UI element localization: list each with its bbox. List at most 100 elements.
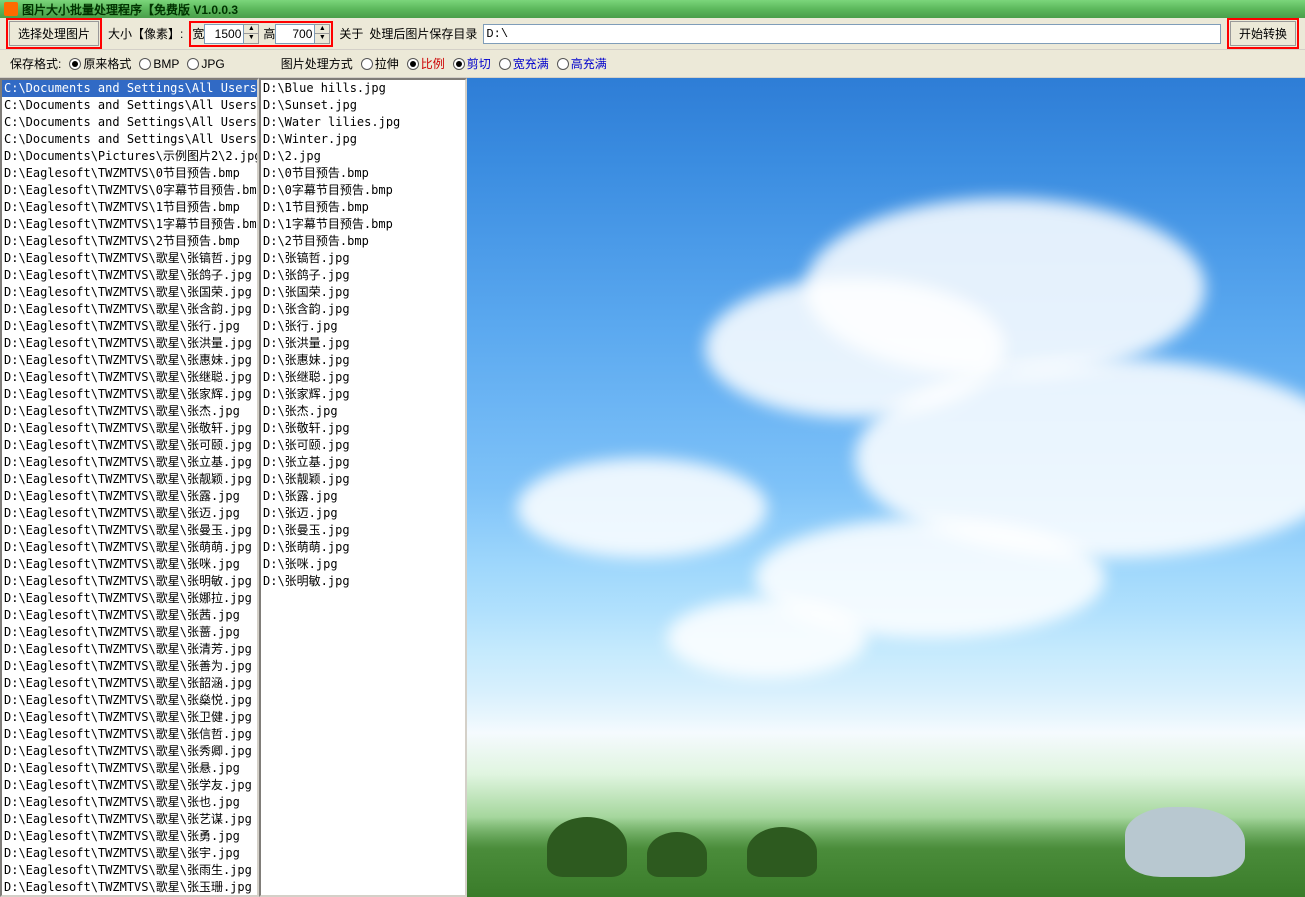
width-up[interactable]: ▲ <box>244 25 258 34</box>
format-original-radio[interactable]: 原来格式 <box>69 55 131 72</box>
list-item[interactable]: D:\张洪量.jpg <box>261 335 465 352</box>
source-file-list[interactable]: C:\Documents and Settings\All Users.WINI… <box>0 78 259 897</box>
list-item[interactable]: D:\Eaglesoft\TWZMTVS\歌星\张清芳.jpg <box>2 641 257 658</box>
list-item[interactable]: D:\Eaglesoft\TWZMTVS\歌星\张信哲.jpg <box>2 726 257 743</box>
list-item[interactable]: D:\Eaglesoft\TWZMTVS\歌星\张也.jpg <box>2 794 257 811</box>
list-item[interactable]: D:\Eaglesoft\TWZMTVS\歌星\张艺谋.jpg <box>2 811 257 828</box>
list-item[interactable]: D:\Eaglesoft\TWZMTVS\0节目预告.bmp <box>2 165 257 182</box>
list-item[interactable]: D:\2节目预告.bmp <box>261 233 465 250</box>
list-item[interactable]: D:\张咪.jpg <box>261 556 465 573</box>
mode-ratio-radio[interactable]: 比例 <box>407 55 445 72</box>
list-item[interactable]: D:\Eaglesoft\TWZMTVS\歌星\张惠妹.jpg <box>2 352 257 369</box>
list-item[interactable]: D:\张可颐.jpg <box>261 437 465 454</box>
start-convert-button[interactable]: 开始转换 <box>1230 21 1296 46</box>
list-item[interactable]: D:\Eaglesoft\TWZMTVS\歌星\张洪量.jpg <box>2 335 257 352</box>
list-item[interactable]: D:\Eaglesoft\TWZMTVS\歌星\张秀卿.jpg <box>2 743 257 760</box>
list-item[interactable]: D:\Eaglesoft\TWZMTVS\2节目预告.bmp <box>2 233 257 250</box>
mode-fitw-radio[interactable]: 宽充满 <box>499 55 549 72</box>
list-item[interactable]: D:\Eaglesoft\TWZMTVS\歌星\张明敏.jpg <box>2 573 257 590</box>
list-item[interactable]: D:\Eaglesoft\TWZMTVS\歌星\张韶涵.jpg <box>2 675 257 692</box>
list-item[interactable]: D:\2.jpg <box>261 148 465 165</box>
list-item[interactable]: D:\Eaglesoft\TWZMTVS\歌星\张曼玉.jpg <box>2 522 257 539</box>
list-item[interactable]: D:\张靓颖.jpg <box>261 471 465 488</box>
options-toolbar: 保存格式: 原来格式 BMP JPG 图片处理方式 拉伸 比例 剪切 宽充满 高… <box>0 50 1305 78</box>
list-item[interactable]: D:\Eaglesoft\TWZMTVS\歌星\张迈.jpg <box>2 505 257 522</box>
list-item[interactable]: D:\Eaglesoft\TWZMTVS\歌星\张靓颖.jpg <box>2 471 257 488</box>
list-item[interactable]: D:\Eaglesoft\TWZMTVS\歌星\张玉珊.jpg <box>2 879 257 896</box>
list-item[interactable]: D:\张明敏.jpg <box>261 573 465 590</box>
list-item[interactable]: D:\张萌萌.jpg <box>261 539 465 556</box>
list-item[interactable]: D:\张杰.jpg <box>261 403 465 420</box>
list-item[interactable]: D:\Winter.jpg <box>261 131 465 148</box>
list-item[interactable]: D:\Eaglesoft\TWZMTVS\歌星\张含韵.jpg <box>2 301 257 318</box>
list-item[interactable]: D:\张国荣.jpg <box>261 284 465 301</box>
width-down[interactable]: ▼ <box>244 34 258 43</box>
list-item[interactable]: D:\Eaglesoft\TWZMTVS\1字幕节目预告.bmp <box>2 216 257 233</box>
about-label[interactable]: 关于 <box>339 25 363 42</box>
list-item[interactable]: D:\Eaglesoft\TWZMTVS\歌星\张卫健.jpg <box>2 709 257 726</box>
format-jpg-radio[interactable]: JPG <box>187 57 224 71</box>
list-item[interactable]: D:\Eaglesoft\TWZMTVS\歌星\张学友.jpg <box>2 777 257 794</box>
list-item[interactable]: D:\Eaglesoft\TWZMTVS\歌星\张燊悦.jpg <box>2 692 257 709</box>
list-item[interactable]: D:\Eaglesoft\TWZMTVS\歌星\张悬.jpg <box>2 760 257 777</box>
list-item[interactable]: D:\Eaglesoft\TWZMTVS\歌星\张敬轩.jpg <box>2 420 257 437</box>
mode-fith-radio[interactable]: 高充满 <box>557 55 607 72</box>
list-item[interactable]: D:\Eaglesoft\TWZMTVS\歌星\张继聪.jpg <box>2 369 257 386</box>
list-item[interactable]: D:\张家辉.jpg <box>261 386 465 403</box>
list-item[interactable]: D:\Eaglesoft\TWZMTVS\歌星\张立基.jpg <box>2 454 257 471</box>
list-item[interactable]: D:\Eaglesoft\TWZMTVS\歌星\张蔷.jpg <box>2 624 257 641</box>
list-item[interactable]: D:\张露.jpg <box>261 488 465 505</box>
save-dir-input[interactable] <box>483 24 1221 44</box>
titlebar: 图片大小批量处理程序【免费版 V1.0.0.3 <box>0 0 1305 18</box>
list-item[interactable]: D:\Eaglesoft\TWZMTVS\0字幕节目预告.bmp <box>2 182 257 199</box>
list-item[interactable]: D:\Eaglesoft\TWZMTVS\歌星\张镐哲.jpg <box>2 250 257 267</box>
output-file-list[interactable]: D:\Blue hills.jpgD:\Sunset.jpgD:\Water l… <box>259 78 467 897</box>
list-item[interactable]: D:\Eaglesoft\TWZMTVS\1节目预告.bmp <box>2 199 257 216</box>
list-item[interactable]: D:\Eaglesoft\TWZMTVS\歌星\张杰.jpg <box>2 403 257 420</box>
list-item[interactable]: D:\0字幕节目预告.bmp <box>261 182 465 199</box>
height-up[interactable]: ▲ <box>315 25 329 34</box>
list-item[interactable]: D:\Eaglesoft\TWZMTVS\歌星\张勇.jpg <box>2 828 257 845</box>
list-item[interactable]: D:\0节目预告.bmp <box>261 165 465 182</box>
mode-stretch-radio[interactable]: 拉伸 <box>361 55 399 72</box>
list-item[interactable]: D:\Documents\Pictures\示例图片2\2.jpg <box>2 148 257 165</box>
list-item[interactable]: C:\Documents and Settings\All Users.WINI <box>2 114 257 131</box>
list-item[interactable]: D:\Eaglesoft\TWZMTVS\歌星\张国荣.jpg <box>2 284 257 301</box>
list-item[interactable]: D:\Blue hills.jpg <box>261 80 465 97</box>
list-item[interactable]: D:\张惠妹.jpg <box>261 352 465 369</box>
list-item[interactable]: D:\Eaglesoft\TWZMTVS\歌星\张善为.jpg <box>2 658 257 675</box>
list-item[interactable]: D:\Eaglesoft\TWZMTVS\歌星\张可颐.jpg <box>2 437 257 454</box>
mode-crop-radio[interactable]: 剪切 <box>453 55 491 72</box>
list-item[interactable]: D:\Eaglesoft\TWZMTVS\歌星\张茜.jpg <box>2 607 257 624</box>
list-item[interactable]: D:\1字幕节目预告.bmp <box>261 216 465 233</box>
list-item[interactable]: D:\张曼玉.jpg <box>261 522 465 539</box>
list-item[interactable]: D:\Eaglesoft\TWZMTVS\歌星\张雨生.jpg <box>2 862 257 879</box>
list-item[interactable]: D:\张行.jpg <box>261 318 465 335</box>
list-item[interactable]: D:\1节目预告.bmp <box>261 199 465 216</box>
list-item[interactable]: D:\张镐哲.jpg <box>261 250 465 267</box>
list-item[interactable]: C:\Documents and Settings\All Users.WINI <box>2 80 257 97</box>
list-item[interactable]: D:\张迈.jpg <box>261 505 465 522</box>
list-item[interactable]: C:\Documents and Settings\All Users.WINI <box>2 97 257 114</box>
list-item[interactable]: D:\Eaglesoft\TWZMTVS\歌星\张萌萌.jpg <box>2 539 257 556</box>
height-down[interactable]: ▼ <box>315 34 329 43</box>
list-item[interactable]: D:\张鸽子.jpg <box>261 267 465 284</box>
list-item[interactable]: D:\Eaglesoft\TWZMTVS\歌星\张宇.jpg <box>2 845 257 862</box>
width-input[interactable] <box>204 24 244 44</box>
list-item[interactable]: D:\Eaglesoft\TWZMTVS\歌星\张鸽子.jpg <box>2 267 257 284</box>
list-item[interactable]: D:\Eaglesoft\TWZMTVS\歌星\张露.jpg <box>2 488 257 505</box>
list-item[interactable]: D:\Sunset.jpg <box>261 97 465 114</box>
height-input[interactable] <box>275 24 315 44</box>
list-item[interactable]: D:\Eaglesoft\TWZMTVS\歌星\张行.jpg <box>2 318 257 335</box>
list-item[interactable]: D:\张继聪.jpg <box>261 369 465 386</box>
format-bmp-radio[interactable]: BMP <box>139 57 179 71</box>
list-item[interactable]: D:\Eaglesoft\TWZMTVS\歌星\张娜拉.jpg <box>2 590 257 607</box>
list-item[interactable]: D:\张立基.jpg <box>261 454 465 471</box>
list-item[interactable]: D:\Eaglesoft\TWZMTVS\歌星\张家辉.jpg <box>2 386 257 403</box>
list-item[interactable]: D:\张含韵.jpg <box>261 301 465 318</box>
list-item[interactable]: C:\Documents and Settings\All Users.WINI <box>2 131 257 148</box>
list-item[interactable]: D:\张敬轩.jpg <box>261 420 465 437</box>
list-item[interactable]: D:\Water lilies.jpg <box>261 114 465 131</box>
list-item[interactable]: D:\Eaglesoft\TWZMTVS\歌星\张咪.jpg <box>2 556 257 573</box>
select-images-button[interactable]: 选择处理图片 <box>9 21 99 46</box>
